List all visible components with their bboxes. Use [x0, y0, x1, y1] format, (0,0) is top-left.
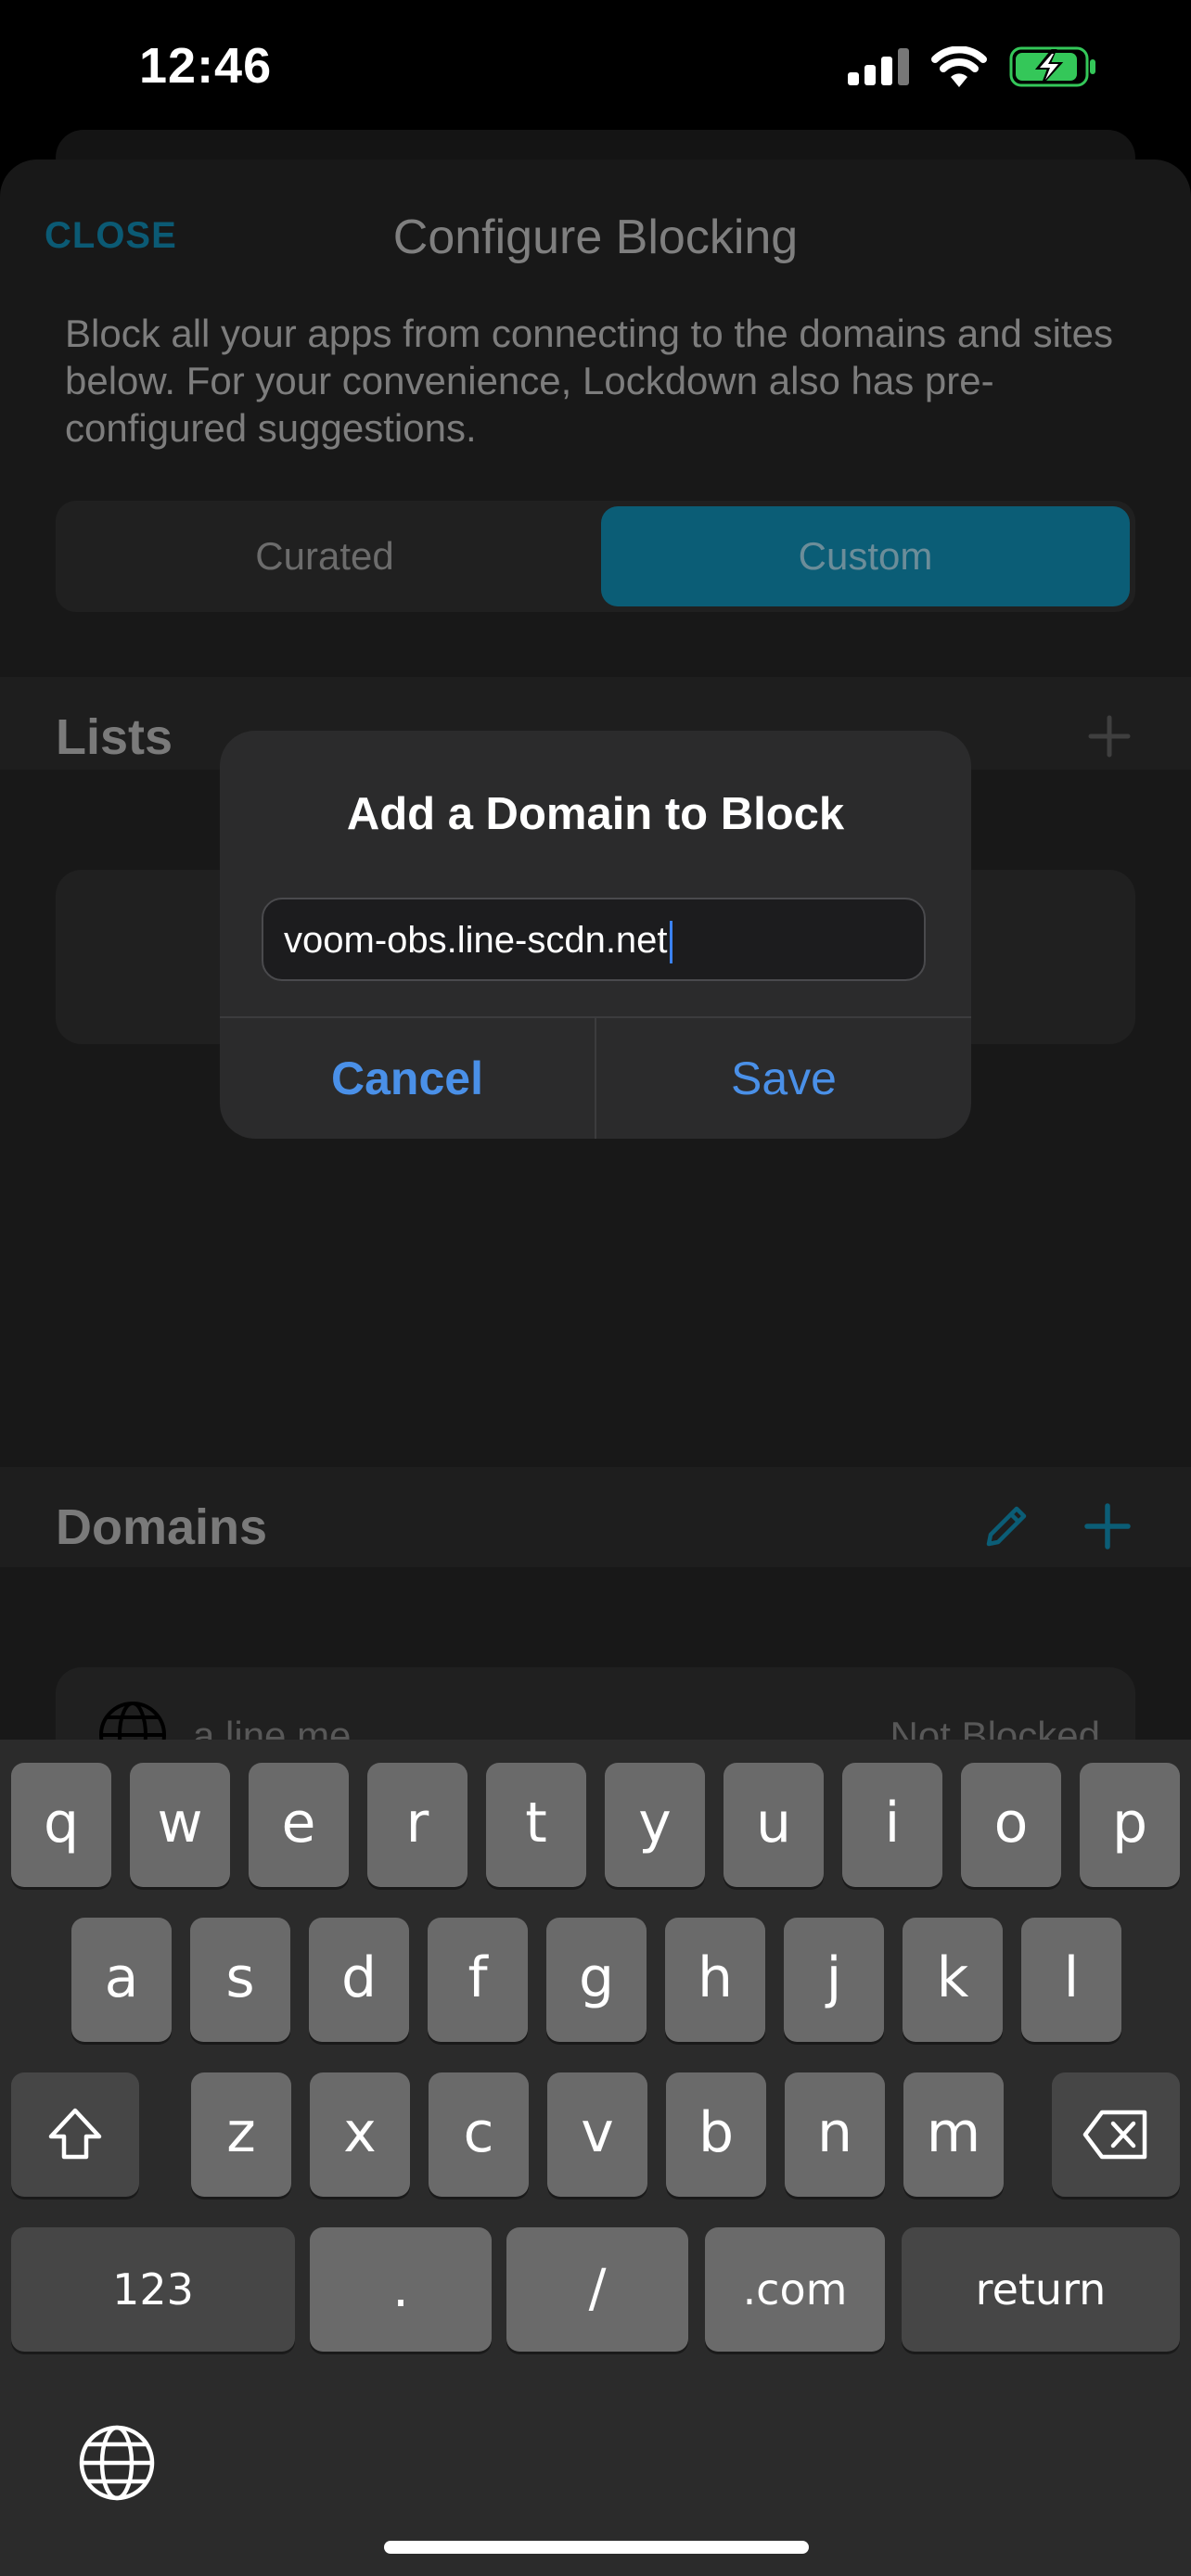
- key-q[interactable]: q: [11, 1763, 111, 1887]
- key-o[interactable]: o: [961, 1763, 1061, 1887]
- domain-input[interactable]: voom-obs.line-scdn.net: [262, 898, 926, 981]
- keyboard-globe-icon[interactable]: [76, 2422, 158, 2504]
- domains-title: Domains: [56, 1499, 268, 1555]
- key-n[interactable]: n: [785, 2072, 885, 2197]
- key-z[interactable]: z: [191, 2072, 291, 2197]
- battery-charging-icon: [1009, 46, 1095, 87]
- delete-key[interactable]: [1052, 2072, 1180, 2197]
- status-time: 12:46: [139, 38, 273, 94]
- page-title: Configure Blocking: [392, 210, 799, 264]
- wifi-icon: [931, 46, 987, 87]
- add-list-plus-icon[interactable]: [1087, 714, 1132, 759]
- key-b[interactable]: b: [666, 2072, 766, 2197]
- segment-curated[interactable]: Curated: [56, 501, 594, 612]
- key-x[interactable]: x: [310, 2072, 410, 2197]
- key-m[interactable]: m: [903, 2072, 1004, 2197]
- keyboard: q w e r t y u i o p a s d f g h j k l z …: [0, 1740, 1191, 2576]
- lists-title: Lists: [56, 709, 173, 765]
- key-t[interactable]: t: [486, 1763, 586, 1887]
- alert-title: Add a Domain to Block: [346, 789, 845, 839]
- key-a[interactable]: a: [71, 1918, 172, 2042]
- key-i[interactable]: i: [842, 1763, 942, 1887]
- status-icons: [848, 46, 1098, 87]
- numbers-key[interactable]: 123: [11, 2227, 295, 2352]
- key-k[interactable]: k: [903, 1918, 1003, 2042]
- text-caret: [669, 921, 672, 964]
- home-indicator: [384, 2541, 809, 2554]
- key-e[interactable]: e: [249, 1763, 349, 1887]
- segmented-control: Curated Custom: [56, 501, 1135, 612]
- dot-key[interactable]: .: [310, 2227, 492, 2352]
- edit-pencil-icon[interactable]: [981, 1499, 1033, 1551]
- cancel-button[interactable]: Cancel: [220, 1018, 595, 1139]
- key-v[interactable]: v: [547, 2072, 647, 2197]
- save-button[interactable]: Save: [596, 1018, 971, 1139]
- slash-key[interactable]: /: [506, 2227, 688, 2352]
- key-g[interactable]: g: [546, 1918, 647, 2042]
- key-s[interactable]: s: [190, 1918, 290, 2042]
- segment-custom[interactable]: Custom: [601, 506, 1130, 606]
- shift-key[interactable]: [11, 2072, 139, 2197]
- domain-input-value: voom-obs.line-scdn.net: [284, 920, 668, 961]
- key-l[interactable]: l: [1021, 1918, 1121, 2042]
- key-d[interactable]: d: [309, 1918, 409, 2042]
- key-u[interactable]: u: [724, 1763, 824, 1887]
- key-j[interactable]: j: [784, 1918, 884, 2042]
- delete-backspace-icon: [1082, 2110, 1147, 2160]
- add-domain-alert: Add a Domain to Block voom-obs.line-scdn…: [220, 731, 971, 1139]
- key-y[interactable]: y: [605, 1763, 705, 1887]
- key-p[interactable]: p: [1080, 1763, 1180, 1887]
- cellular-signal-icon: [848, 48, 909, 85]
- dotcom-key[interactable]: .com: [705, 2227, 885, 2352]
- add-domain-plus-icon[interactable]: [1083, 1502, 1132, 1550]
- key-h[interactable]: h: [665, 1918, 765, 2042]
- key-w[interactable]: w: [130, 1763, 230, 1887]
- return-key[interactable]: return: [902, 2227, 1180, 2352]
- description-text: Block all your apps from connecting to t…: [65, 312, 1113, 450]
- key-f[interactable]: f: [428, 1918, 528, 2042]
- key-c[interactable]: c: [429, 2072, 529, 2197]
- shift-icon: [48, 2108, 102, 2160]
- key-r[interactable]: r: [367, 1763, 467, 1887]
